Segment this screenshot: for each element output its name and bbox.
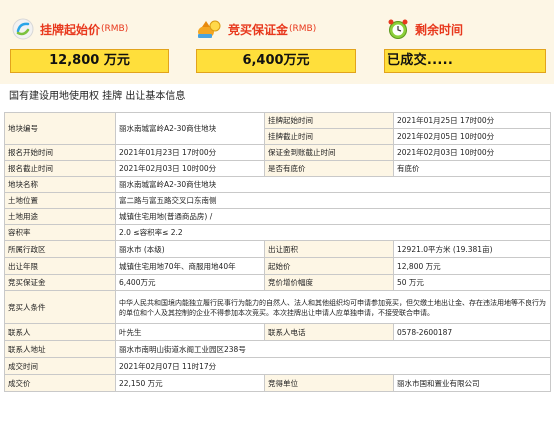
phone-value: 0578-2600187: [393, 323, 551, 341]
parcel-no-value: 丽水南城富岭A2-30商住地块: [115, 112, 265, 145]
parcel-name-label: 地块名称: [4, 176, 116, 193]
deposit-unit: (RMB): [289, 24, 317, 34]
increment-value: 50 万元: [393, 274, 551, 291]
contact-value: 叶先生: [115, 323, 265, 341]
section-title: 国有建设用地使用权 挂牌 出让基本信息: [9, 91, 186, 102]
address-value: 丽水市南明山街道水阁工业园区238号: [115, 340, 551, 358]
phone-label: 联系人电话: [264, 323, 394, 341]
usage-label: 土地用途: [4, 208, 116, 225]
winner-label: 竞得单位: [264, 374, 394, 392]
address-label: 联系人地址: [4, 340, 116, 358]
usage-value: 城镇住宅用地(普通商品房) /: [115, 208, 551, 225]
district-value: 丽水市 (本级): [115, 240, 265, 258]
deposit-deadline-value: 2021年02月03日 10时00分: [393, 144, 551, 161]
term-label: 出让年限: [4, 257, 116, 275]
deal-price-value: 22,150 万元: [115, 374, 265, 392]
deposit-heading: 竞买保证金 (RMB): [196, 17, 316, 41]
deal-time-value: 2021年02月07日 11时17分: [115, 357, 551, 375]
location-label: 土地位置: [4, 192, 116, 209]
reg-start-label: 报名开始时间: [4, 144, 116, 161]
increment-label: 竞价增价幅度: [264, 274, 394, 291]
land-info-table: 地块编号 丽水南城富岭A2-30商住地块 挂牌起始时间 2021年01月25日 …: [4, 112, 551, 392]
winner-value: 丽水市国和置业有限公司: [393, 374, 551, 392]
start-price-unit: (RMB): [101, 24, 129, 34]
reserve-value: 有底价: [393, 160, 551, 177]
start-price-label: 挂牌起始价: [40, 22, 101, 37]
reg-end-label: 报名截止时间: [4, 160, 116, 177]
listing-end-value: 2021年02月05日 10时00分: [393, 128, 551, 145]
reg-start-value: 2021年01月23日 17时00分: [115, 144, 265, 161]
listing-end-label: 挂牌截止时间: [264, 128, 394, 145]
parcel-name-value: 丽水南城富岭A2-30商住地块: [115, 176, 551, 193]
start-price-heading: 挂牌起始价 (RMB): [12, 17, 128, 41]
far-label: 容积率: [4, 224, 116, 241]
start-price-value: 12,800 万元: [10, 49, 169, 73]
listing-start-label: 挂牌起始时间: [264, 112, 394, 129]
location-value: 富二路与富五路交叉口东南侧: [115, 192, 551, 209]
conditions-value: 中华人民共和国境内能独立履行民事行为能力的自然人、法人和其他组织均可申请参加竞买…: [115, 290, 551, 324]
deal-time-label: 成交时间: [4, 357, 116, 375]
deposit-deadline-label: 保证金到账截止时间: [264, 144, 394, 161]
remaining-heading: 剩余时间: [387, 17, 463, 41]
reserve-label: 是否有底价: [264, 160, 394, 177]
money-bag-icon: [198, 20, 221, 38]
start-price-row-label: 起始价: [264, 257, 394, 275]
deposit-row-value: 6,400万元: [115, 274, 265, 291]
deposit-row-label: 竞买保证金: [4, 274, 116, 291]
reg-end-value: 2021年02月03日 10时00分: [115, 160, 265, 177]
price-tag-icon: [12, 18, 34, 40]
district-label: 所属行政区: [4, 240, 116, 258]
far-value: 2.0 ≤容积率≤ 2.2: [115, 224, 551, 241]
deposit-value: 6,400万元: [196, 49, 356, 73]
area-value: 12921.0平方米 (19.381亩): [393, 240, 551, 258]
summary-panel: 挂牌起始价 (RMB) 12,800 万元 竞买保证金 (RMB) 6,400万…: [0, 0, 554, 84]
listing-start-value: 2021年01月25日 17时00分: [393, 112, 551, 129]
deposit-label: 竞买保证金: [228, 22, 289, 37]
term-value: 城镇住宅用地70年、商服用地40年: [115, 257, 265, 275]
conditions-label: 竞买人条件: [4, 290, 116, 324]
start-price-row-value: 12,800 万元: [393, 257, 551, 275]
area-label: 出让面积: [264, 240, 394, 258]
alarm-clock-icon: [388, 19, 408, 39]
deal-price-label: 成交价: [4, 374, 116, 392]
contact-label: 联系人: [4, 323, 116, 341]
remaining-value: 已成交.....: [384, 49, 546, 73]
remaining-label: 剩余时间: [415, 22, 464, 37]
parcel-no-label: 地块编号: [4, 112, 116, 145]
